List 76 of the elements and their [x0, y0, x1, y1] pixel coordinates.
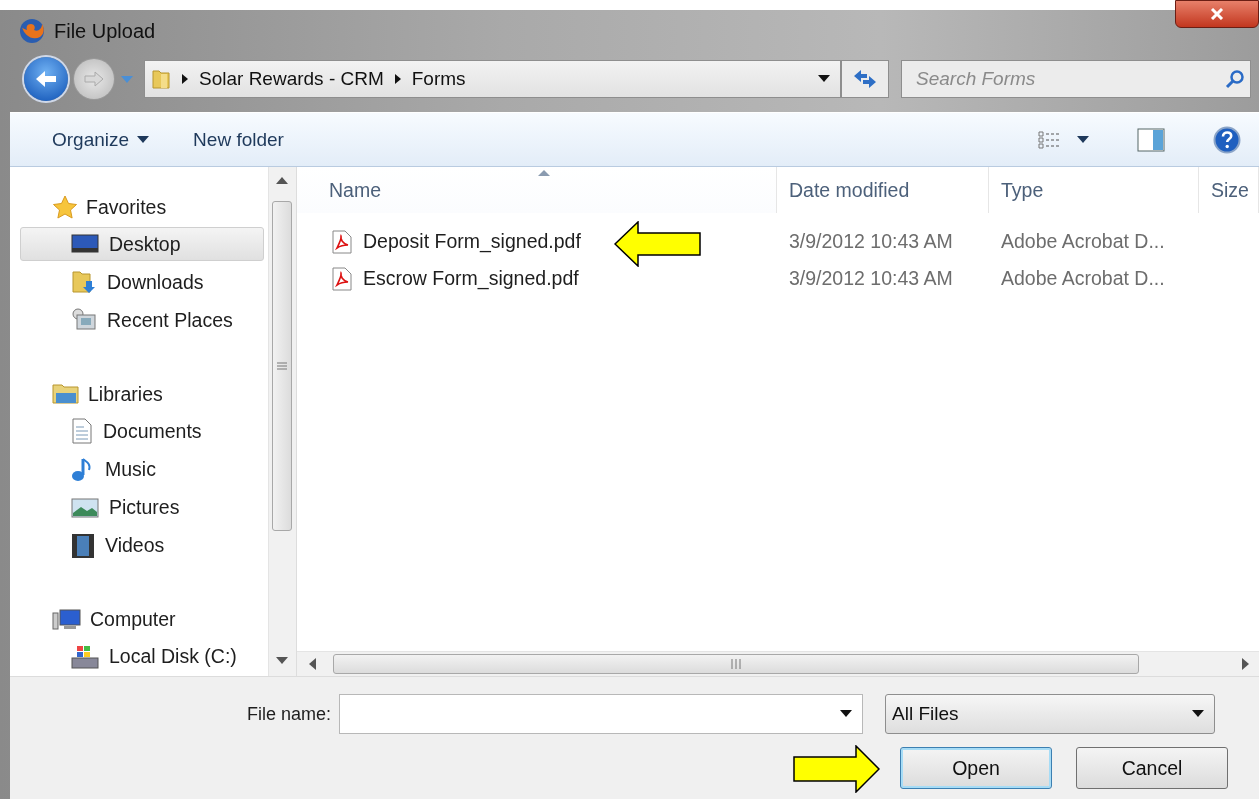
refresh-button[interactable] — [841, 60, 889, 98]
date-cell-text: 3/9/2012 10:43 AM — [788, 230, 954, 253]
scroll-down-icon — [276, 657, 288, 664]
scroll-left-icon — [309, 658, 316, 670]
search-field[interactable]: Search Forms — [901, 60, 1251, 98]
pdf-file-icon — [331, 229, 353, 254]
grip-icon — [730, 659, 742, 669]
dropdown-arrow-icon — [818, 75, 830, 83]
star-icon — [52, 195, 78, 219]
dialog-button[interactable]: Cancel — [1076, 747, 1228, 789]
document-icon — [71, 418, 93, 445]
dropdown-arrow-icon — [120, 73, 134, 84]
breadcrumb-item[interactable]: Solar Rewards - CRM — [199, 68, 384, 90]
dropdown-arrow-icon — [840, 710, 853, 718]
pdf-file-icon — [331, 266, 353, 291]
computer-icon — [52, 607, 82, 632]
column-header[interactable]: Type — [989, 167, 1199, 213]
sidebar-group[interactable]: Computer — [10, 601, 268, 638]
preview-pane-icon — [1137, 127, 1165, 152]
field-label: File name: — [247, 703, 332, 725]
type-cell-text: Adobe Acrobat D... — [1000, 230, 1166, 253]
monitor-icon — [71, 233, 99, 256]
breadcrumb-item[interactable]: Forms — [411, 68, 466, 90]
back-button[interactable] — [24, 57, 68, 101]
scrollbar-thumb[interactable] — [333, 654, 1139, 674]
sidebar-item[interactable]: Documents — [20, 414, 264, 449]
drive-icon — [71, 644, 99, 670]
breadcrumb-arrow-icon — [181, 73, 189, 85]
sidebar-item[interactable]: Music — [20, 452, 264, 487]
search-icon — [1225, 69, 1245, 89]
window-title: File Upload — [54, 19, 156, 43]
close-icon — [1210, 8, 1224, 20]
download-folder-icon — [71, 269, 97, 296]
libraries-icon — [52, 382, 80, 407]
close-button[interactable] — [1175, 0, 1259, 28]
sort-arrow-icon — [536, 169, 551, 177]
sidebar-item[interactable]: Local Disk (C:) — [20, 639, 264, 675]
sidebar-item[interactable]: Downloads — [20, 265, 264, 300]
toolbar-button[interactable]: Organize — [50, 124, 152, 155]
browser-logo-icon — [18, 17, 46, 45]
type-cell-text: Adobe Acrobat D... — [1000, 267, 1166, 290]
sidebar-item[interactable]: Pictures — [20, 490, 264, 525]
film-icon — [71, 532, 95, 559]
file-name-field[interactable] — [339, 694, 864, 734]
sidebar-item[interactable]: Videos — [20, 528, 264, 563]
dropdown-arrow-icon — [1192, 710, 1205, 718]
back-arrow-icon — [34, 69, 58, 89]
scroll-right-icon — [1242, 658, 1249, 670]
column-header[interactable]: Name — [297, 167, 777, 213]
sidebar-group[interactable]: Favorites — [10, 189, 268, 225]
scroll-up-icon — [276, 177, 288, 184]
date-cell-text: 3/9/2012 10:43 AM — [788, 267, 954, 290]
dropdown-arrow-icon — [1077, 135, 1089, 144]
scrollbar-thumb[interactable] — [272, 201, 292, 531]
forward-arrow-icon — [83, 70, 105, 88]
breadcrumb-arrow-icon — [393, 73, 402, 85]
column-header[interactable]: Size — [1199, 167, 1259, 213]
horizontal-scrollbar[interactable] — [297, 651, 1259, 676]
forward-button[interactable] — [74, 59, 114, 99]
vertical-scrollbar[interactable] — [268, 167, 297, 676]
refresh-icon — [852, 68, 878, 90]
dropdown-arrow-icon — [137, 135, 150, 144]
address-bar[interactable]: Solar Rewards - CRM Forms — [144, 60, 841, 98]
sidebar-item[interactable]: Desktop — [20, 227, 264, 262]
sidebar-item[interactable]: Recent Places — [20, 303, 264, 338]
help-icon — [1213, 125, 1241, 154]
sidebar-group[interactable]: Libraries — [10, 376, 268, 413]
column-header[interactable]: Date modified — [777, 167, 989, 213]
file-type-dropdown[interactable]: All Files — [885, 694, 1216, 734]
folder-icon — [151, 68, 171, 90]
toolbar-button[interactable]: New folder — [191, 124, 286, 155]
picture-icon — [71, 496, 99, 519]
file-name-cell[interactable]: Escrow Form_signed.pdf — [297, 266, 777, 291]
file-name-cell[interactable]: Deposit Form_signed.pdf — [297, 229, 777, 254]
grip-icon — [277, 361, 287, 371]
dialog-button[interactable]: Open — [900, 747, 1052, 789]
